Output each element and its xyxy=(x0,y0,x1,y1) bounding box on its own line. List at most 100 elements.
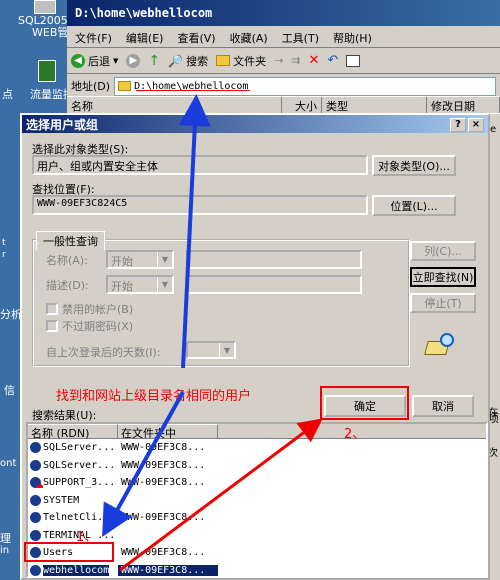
results-column-name[interactable]: 名称 (RDN) xyxy=(28,424,118,440)
menu-tools[interactable]: 工具(T) xyxy=(282,30,319,45)
location-field: WWW-09EF3C824C5 xyxy=(32,195,368,215)
result-name: SUPPORT_3... xyxy=(43,477,116,489)
name-input[interactable] xyxy=(186,250,362,269)
chevron-down-icon: ▼ xyxy=(157,277,172,292)
result-name: webhellocom xyxy=(43,564,110,576)
explorer-menu-bar: 文件(F) 编辑(E) 查看(V) 收藏(A) 工具(T) 帮助(H) xyxy=(67,26,500,48)
address-bar: 地址(D) D:\home\webhellocom xyxy=(67,74,500,98)
user-icon xyxy=(30,529,41,541)
search-results-label: 搜索结果(U): xyxy=(32,409,97,422)
back-button[interactable]: ◀ 后退 ▼ xyxy=(71,53,118,69)
name-combo-value: 开始 xyxy=(111,255,133,268)
dialog-title: 选择用户或组 xyxy=(26,117,99,132)
address-label: 地址(D) xyxy=(71,80,111,93)
move-to-icon[interactable]: ⇢ xyxy=(274,54,283,67)
result-name-cell: SYSTEM xyxy=(28,494,118,506)
locations-button[interactable]: 位置(L)... xyxy=(372,195,456,216)
menu-favorites[interactable]: 收藏(A) xyxy=(230,30,268,45)
menu-edit[interactable]: 编辑(E) xyxy=(126,30,164,45)
address-input[interactable]: D:\home\webhellocom xyxy=(114,76,496,96)
result-name-cell: SUPPORT_3... xyxy=(28,477,118,489)
table-row[interactable]: SUPPORT_3... WWW-09EF3C8... xyxy=(28,474,486,492)
table-row[interactable]: SYSTEM xyxy=(28,492,486,510)
explorer-title: D:\home\webhellocom xyxy=(67,0,500,26)
desktop-side-label: 信 xyxy=(4,384,15,397)
desktop-side-label: 分析 xyxy=(0,308,22,321)
search-folder-icon xyxy=(424,333,456,355)
results-header: 名称 (RDN) 在文件夹中 xyxy=(28,424,486,440)
name-label: 名称(A): xyxy=(46,254,88,267)
column-type[interactable]: 类型 xyxy=(322,97,427,113)
menu-help[interactable]: 帮助(H) xyxy=(333,30,372,45)
description-combo-value: 开始 xyxy=(111,280,133,293)
column-size[interactable]: 大小 xyxy=(282,97,322,113)
cancel-button[interactable]: 取消 xyxy=(412,395,474,417)
desktop-side-label: r xyxy=(2,250,6,260)
search-button[interactable]: 🔎 搜索 xyxy=(168,53,208,69)
user-icon xyxy=(30,442,41,454)
table-row[interactable]: SQLServer... WWW-09EF3C8... xyxy=(28,439,486,457)
result-name-cell: webhellocom xyxy=(28,564,118,576)
folder-icon xyxy=(118,81,132,91)
object-type-field: 用户、组或内置安全主体 xyxy=(32,155,368,175)
forward-arrow-icon[interactable]: ▶ xyxy=(126,53,141,68)
close-button[interactable]: × xyxy=(468,117,484,132)
tab-common-queries[interactable]: 一般性查询 xyxy=(36,231,105,250)
views-icon[interactable] xyxy=(346,54,361,67)
user-icon xyxy=(30,512,41,524)
results-column-folder[interactable]: 在文件夹中 xyxy=(118,424,218,440)
desktop-side-label: t xyxy=(2,238,6,248)
folders-label: 文件夹 xyxy=(233,54,267,68)
chevron-down-icon: ▼ xyxy=(113,56,119,65)
result-folder: WWW-09EF3C8... xyxy=(121,477,206,489)
delete-icon[interactable]: ✕ xyxy=(309,53,320,68)
annotation-ok-highlight xyxy=(320,386,409,420)
non-expiring-label: 不过期密码(X) xyxy=(62,320,134,333)
menu-file[interactable]: 文件(F) xyxy=(75,30,112,45)
user-icon xyxy=(30,459,41,471)
disabled-accounts-label: 禁用的帐户(B) xyxy=(62,303,134,316)
checkbox-box xyxy=(46,320,58,332)
chevron-down-icon: ▼ xyxy=(219,343,234,357)
column-name[interactable]: 名称 xyxy=(67,97,282,113)
up-folder-icon[interactable]: ↑ xyxy=(148,53,160,69)
result-name: SYSTEM xyxy=(43,494,80,506)
back-arrow-icon: ◀ xyxy=(71,53,85,68)
days-combo[interactable]: ▼ xyxy=(186,341,236,359)
copy-to-icon[interactable]: ⇉ xyxy=(291,54,300,67)
table-row[interactable]: TelnetCli... WWW-09EF3C8... xyxy=(28,509,486,527)
find-now-button[interactable]: 立即查找(N) xyxy=(410,267,476,287)
description-input[interactable] xyxy=(186,275,362,294)
object-types-button[interactable]: 对象类型(O)... xyxy=(372,155,456,176)
folder-icon xyxy=(216,55,231,66)
desktop-icon-label: 点 xyxy=(2,88,13,101)
annotation-step2: 2、 xyxy=(344,427,366,442)
stop-button[interactable]: 停止(T) xyxy=(410,293,476,313)
desktop-icon-traffic[interactable] xyxy=(38,60,56,82)
undo-icon[interactable]: ↶ xyxy=(327,53,338,68)
folders-button[interactable]: 文件夹 xyxy=(216,53,266,69)
table-row[interactable]: SQLServer... WWW-09EF3C8... xyxy=(28,457,486,475)
result-folder: WWW-09EF3C8... xyxy=(121,547,206,559)
result-folder: WWW-09EF3C8... xyxy=(118,564,218,576)
user-icon xyxy=(30,494,41,506)
table-row[interactable]: webhellocom WWW-09EF3C8... xyxy=(28,562,486,577)
non-expiring-checkbox[interactable]: 不过期密码(X) xyxy=(46,318,133,334)
name-combo[interactable]: 开始 ▼ xyxy=(106,250,174,269)
search-icon: 🔎 xyxy=(168,53,184,68)
result-name-cell: SQLServer... xyxy=(28,442,118,454)
result-name: TelnetCli... xyxy=(43,512,116,524)
column-modified[interactable]: 修改日期 xyxy=(427,97,500,113)
desktop-side-label: ont xyxy=(0,458,17,469)
columns-button[interactable]: 列(C)... xyxy=(410,241,476,261)
help-button[interactable]: ? xyxy=(450,117,466,132)
desktop-side-label: in xyxy=(0,545,10,556)
explorer-toolbar: ◀ 后退 ▼ ▶ ↑ 🔎 搜索 文件夹 ⇢ ⇉ ✕ ↶ xyxy=(67,48,500,74)
result-name-cell: TelnetCli... xyxy=(28,512,118,524)
description-combo[interactable]: 开始 ▼ xyxy=(106,275,174,294)
disabled-accounts-checkbox[interactable]: 禁用的帐户(B) xyxy=(46,301,133,317)
chevron-down-icon: ▼ xyxy=(157,252,172,267)
menu-view[interactable]: 查看(V) xyxy=(177,30,215,45)
days-label: 自上次登录后的天数(I): xyxy=(46,346,161,359)
annotation-address-underline xyxy=(136,90,250,91)
